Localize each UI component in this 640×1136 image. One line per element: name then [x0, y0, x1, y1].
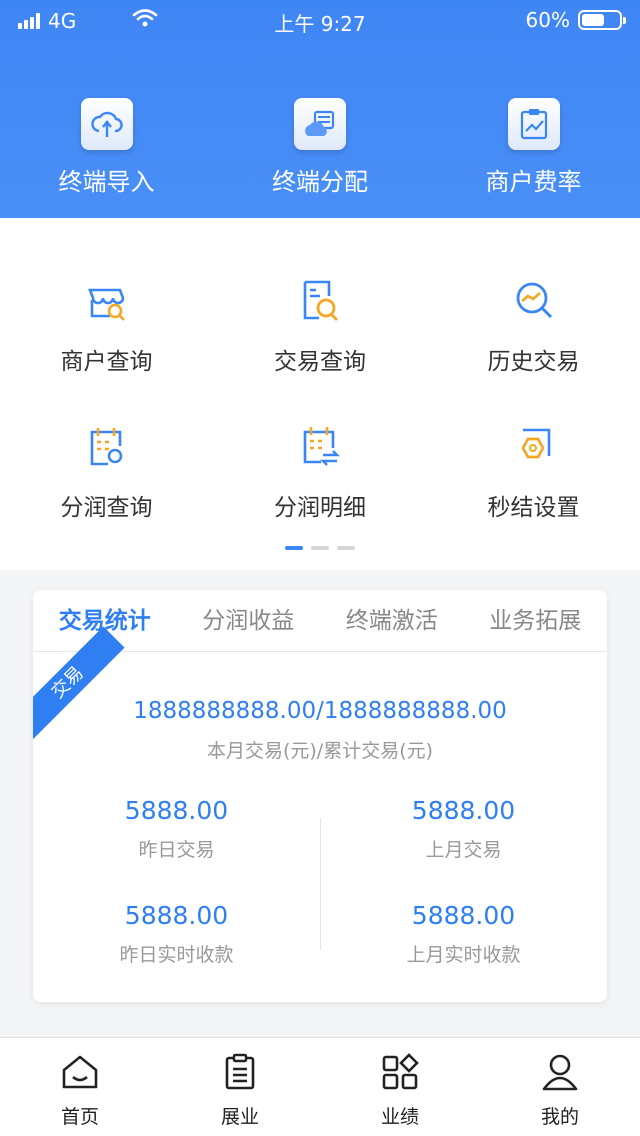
stat-last-month: 5888.00 上月交易 — [320, 796, 607, 862]
top-actions: 终端导入 终端分配 商户费率 — [0, 98, 640, 197]
server-cloud-icon — [294, 98, 346, 150]
top-action-label: 商户费率 — [485, 168, 582, 196]
page-indicator — [0, 546, 640, 550]
page-dot[interactable] — [337, 546, 355, 550]
tab-profit-income[interactable]: 分润收益 — [177, 590, 321, 651]
menu-label: 商户查询 — [60, 349, 153, 375]
stat-label: 昨日实时收款 — [119, 944, 234, 966]
merchant-query-button[interactable]: 商户查询 — [0, 276, 213, 376]
nav-performance[interactable]: 业绩 — [320, 1038, 480, 1136]
nav-label: 业绩 — [380, 1106, 419, 1128]
stat-yesterday: 5888.00 昨日交易 — [33, 796, 320, 862]
stat-value: 5888.00 — [124, 901, 229, 930]
menu-row: 商户查询 交易查询 历史交易 — [0, 276, 640, 376]
menu-label: 历史交易 — [487, 349, 580, 375]
top-action-label: 终端分配 — [272, 168, 368, 196]
stat-value: 5888.00 — [411, 796, 516, 825]
total-value: 1888888888.00/1888888888.00 — [133, 698, 507, 724]
menu-label: 交易查询 — [274, 349, 366, 375]
terminal-assign-button[interactable]: 终端分配 — [213, 98, 427, 197]
history-transaction-button[interactable]: 历史交易 — [427, 276, 640, 376]
nav-label: 首页 — [60, 1106, 99, 1128]
battery-group: 60% — [525, 8, 626, 32]
nav-home[interactable]: 首页 — [0, 1038, 160, 1136]
transaction-query-button[interactable]: 交易查询 — [213, 276, 427, 376]
stat-value: 5888.00 — [124, 796, 229, 825]
store-search-icon — [87, 288, 125, 321]
divider — [320, 818, 321, 950]
header: 4G 上午 9:27 60% 终端导入 终端分配 商户费率 — [0, 0, 640, 218]
terminal-import-button[interactable]: 终端导入 — [0, 98, 213, 197]
total-block: 1888888888.00/1888888888.00 本月交易(元)/累计交易… — [33, 698, 607, 763]
function-menu: 商户查询 交易查询 历史交易 分润查询 分润明细 秒结设置 — [0, 218, 640, 570]
total-label: 本月交易(元)/累计交易(元) — [206, 740, 434, 762]
grid-apps-icon — [382, 1053, 419, 1090]
merchant-rate-button[interactable]: 商户费率 — [427, 98, 640, 197]
home-icon — [62, 1055, 98, 1089]
tab-terminal-activation[interactable]: 终端激活 — [320, 590, 464, 651]
top-action-label: 终端导入 — [58, 168, 155, 196]
menu-label: 分润查询 — [60, 495, 153, 521]
nav-label: 展业 — [220, 1106, 259, 1128]
stat-label: 上月交易 — [425, 839, 502, 861]
page-dot[interactable] — [311, 546, 329, 550]
nav-mine[interactable]: 我的 — [480, 1038, 640, 1136]
document-search-icon — [303, 280, 338, 321]
hexagon-settings-icon — [520, 428, 550, 459]
menu-row: 分润查询 分润明细 秒结设置 — [0, 422, 640, 522]
profit-query-button[interactable]: 分润查询 — [0, 422, 213, 522]
bottom-nav: 首页 展业 业绩 我的 — [0, 1037, 640, 1136]
menu-label: 秒结设置 — [487, 495, 580, 521]
stat-label: 上月实时收款 — [406, 944, 521, 966]
page-dot[interactable] — [285, 546, 303, 550]
calendar-transfer-icon — [303, 427, 340, 466]
calendar-search-icon — [90, 428, 122, 466]
nav-business[interactable]: 展业 — [160, 1038, 320, 1136]
clipboard-chart-icon — [507, 98, 560, 150]
status-bar: 4G 上午 9:27 60% — [0, 0, 640, 40]
tab-business-expansion[interactable]: 业务拓展 — [464, 590, 608, 651]
profit-detail-button[interactable]: 分润明细 — [213, 422, 427, 522]
instant-settle-settings-button[interactable]: 秒结设置 — [427, 422, 640, 522]
stat-yesterday-realtime: 5888.00 昨日实时收款 — [33, 901, 320, 967]
stat-value: 5888.00 — [411, 901, 516, 930]
cloud-import-icon — [80, 98, 133, 150]
stat-last-month-realtime: 5888.00 上月实时收款 — [320, 901, 607, 967]
trend-search-icon — [516, 282, 552, 319]
nav-label: 我的 — [540, 1106, 579, 1128]
battery-icon — [578, 10, 626, 30]
battery-text: 60% — [525, 8, 570, 32]
stats-card: 交易统计 分润收益 终端激活 业务拓展 交易 1888888888.00/188… — [33, 590, 607, 1002]
menu-label: 分润明细 — [274, 495, 366, 521]
clipboard-icon — [225, 1053, 255, 1090]
stat-label: 昨日交易 — [138, 839, 215, 861]
user-icon — [542, 1054, 578, 1091]
